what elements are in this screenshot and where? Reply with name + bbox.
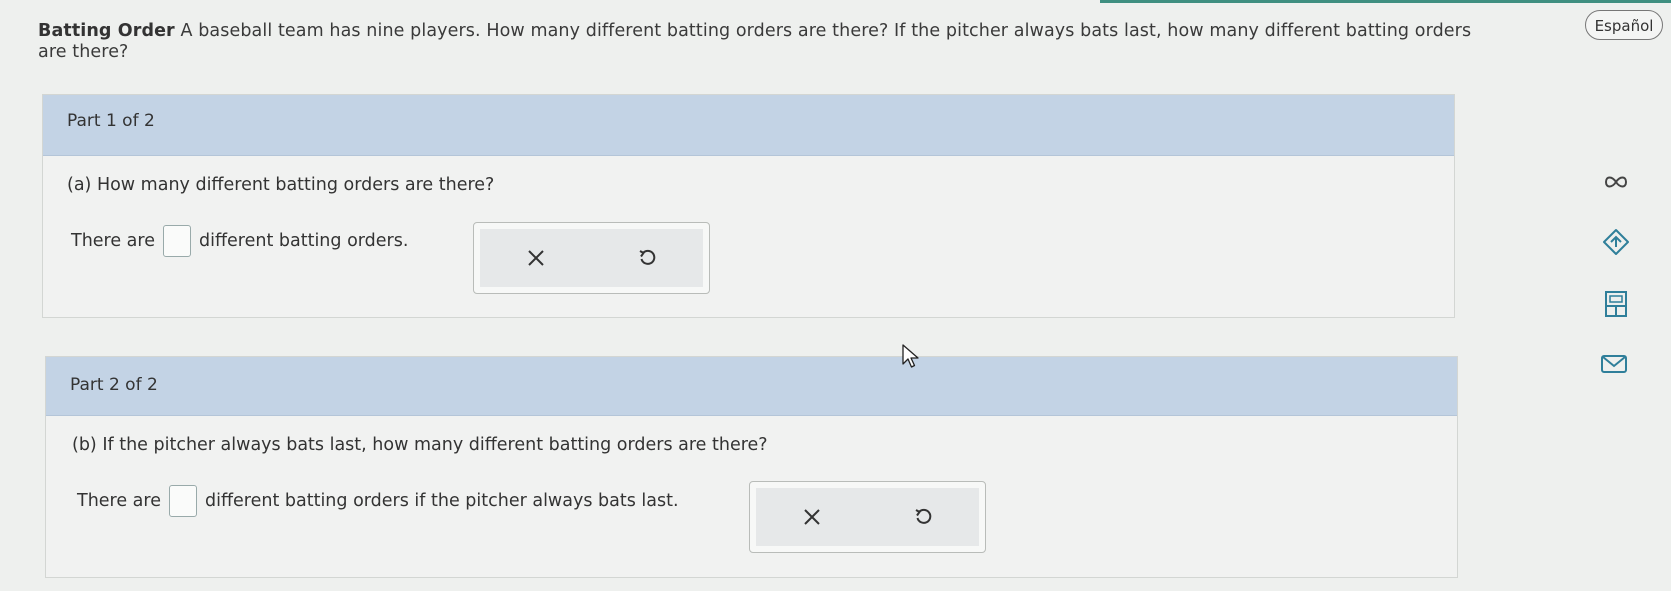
calculator-icon[interactable] xyxy=(1602,290,1630,318)
undo-icon xyxy=(639,249,656,265)
part-2-clear-button[interactable] xyxy=(756,488,868,546)
part-2-tools xyxy=(749,481,986,553)
part-1-question: (a) How many different batting orders ar… xyxy=(67,175,495,195)
part-2-undo-button[interactable] xyxy=(868,488,980,546)
problem-text: A baseball team has nine players. How ma… xyxy=(38,21,1472,62)
part-1-clear-button[interactable] xyxy=(480,229,592,287)
top-accent-bar xyxy=(1100,0,1671,3)
part-2-header: Part 2 of 2 xyxy=(46,357,1457,416)
part-2-question: (b) If the pitcher always bats last, how… xyxy=(72,435,768,455)
part-1-answer-prefix: There are xyxy=(71,231,155,251)
part-1-tools xyxy=(473,222,710,294)
undo-icon xyxy=(915,508,932,524)
part-1-answer-line: There are different batting orders. xyxy=(71,225,408,257)
problem-statement: Batting Order A baseball team has nine p… xyxy=(38,21,1488,63)
part-1-label: Part 1 of 2 xyxy=(67,111,155,131)
mail-icon[interactable] xyxy=(1600,350,1628,378)
part-1-answer-suffix: different batting orders. xyxy=(199,231,409,251)
close-icon xyxy=(804,509,820,525)
tag-icon[interactable] xyxy=(1602,228,1630,256)
part-1-panel: Part 1 of 2 (a) How many different batti… xyxy=(42,94,1455,318)
part-2-answer-suffix: different batting orders if the pitcher … xyxy=(205,491,679,511)
problem-title: Batting Order xyxy=(38,21,175,41)
part-1-header: Part 1 of 2 xyxy=(43,95,1454,156)
part-2-answer-input[interactable] xyxy=(169,485,197,517)
language-toggle-button[interactable]: Español xyxy=(1585,10,1663,40)
part-2-answer-prefix: There are xyxy=(77,491,161,511)
part-1-undo-button[interactable] xyxy=(592,229,704,287)
close-icon xyxy=(528,250,544,266)
mouse-cursor-icon xyxy=(902,344,919,368)
part-2-answer-line: There are different batting orders if the… xyxy=(77,485,679,517)
part-1-answer-input[interactable] xyxy=(163,225,191,257)
part-2-label: Part 2 of 2 xyxy=(70,375,158,395)
infinity-icon[interactable] xyxy=(1602,168,1630,196)
part-2-panel: Part 2 of 2 (b) If the pitcher always ba… xyxy=(45,356,1458,578)
